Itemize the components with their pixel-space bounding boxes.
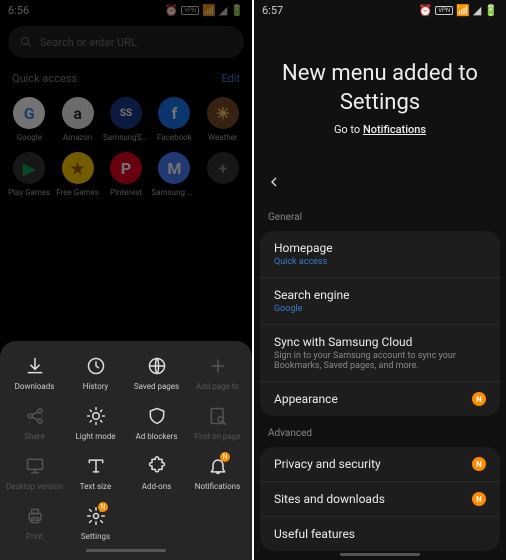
globe-bookmark-icon: [146, 355, 168, 377]
status-bar: 6:57 ⏰ VPN 📶 ◢ 🔋: [254, 0, 506, 20]
section-label: Advanced: [254, 422, 506, 445]
new-badge: N: [220, 452, 230, 462]
menu-history[interactable]: History: [65, 355, 126, 391]
menu-find-on-page: Find on page: [187, 405, 248, 441]
row-title: Homepage: [274, 241, 333, 255]
settings-group: HomepageQuick accessSearch engineGoogleS…: [260, 231, 500, 416]
menu-item-label: Desktop version: [6, 482, 63, 491]
menu-add-ons[interactable]: Add-ons: [126, 455, 187, 491]
sun-icon: [85, 405, 107, 427]
row-title: Useful features: [274, 527, 355, 541]
new-badge: N: [98, 502, 108, 512]
menu-item-label: Add page to: [196, 382, 239, 391]
shield-icon: [146, 405, 168, 427]
menu-add-page-to: Add page to: [187, 355, 248, 391]
menu-downloads[interactable]: Downloads: [4, 355, 65, 391]
menu-item-label: Text size: [80, 482, 111, 491]
menu-bottom-sheet: Downloads History Saved pages Add page to Sh…: [0, 341, 252, 560]
clock: 6:57: [262, 4, 283, 17]
menu-item-label: Downloads: [15, 382, 55, 391]
download-icon: [24, 355, 46, 377]
menu-ad-blockers[interactable]: Ad blockers: [126, 405, 187, 441]
phone-settings: 6:57 ⏰ VPN 📶 ◢ 🔋 New menu added to Setti…: [254, 0, 506, 560]
status-icons: ⏰ VPN 📶 ◢ 🔋: [419, 4, 498, 17]
promo-banner: New menu added to Settings Go to Notific…: [254, 20, 506, 166]
menu-item-label: Ad blockers: [136, 432, 178, 441]
menu-saved-pages[interactable]: Saved pages: [126, 355, 187, 391]
wifi-icon: 📶: [456, 4, 470, 17]
menu-item-label: Share: [24, 432, 44, 441]
settings-row-homepage[interactable]: Homepage Quick access: [260, 231, 500, 278]
notifications-link[interactable]: Notifications: [363, 123, 426, 136]
new-badge: N: [472, 492, 486, 506]
settings-row-appearance[interactable]: Appearance N: [260, 382, 500, 416]
plus-icon: [207, 355, 229, 377]
nav-handle: [340, 553, 420, 556]
promo-title: New menu added to Settings: [274, 60, 486, 117]
settings-row-privacy-and-security[interactable]: Privacy and security N: [260, 447, 500, 482]
alarm-icon: ⏰: [419, 4, 433, 17]
textsize-icon: [85, 455, 107, 477]
puzzle-icon: [146, 455, 168, 477]
settings-row-sites-and-downloads[interactable]: Sites and downloads N: [260, 482, 500, 517]
clock-icon: [85, 355, 107, 377]
menu-item-label: History: [83, 382, 108, 391]
row-title: Appearance: [274, 392, 338, 406]
row-title: Sync with Samsung Cloud: [274, 335, 486, 349]
row-subtitle: Sign in to your Samsung account to sync …: [274, 351, 486, 371]
back-button[interactable]: [254, 166, 506, 206]
menu-item-label: Saved pages: [134, 382, 179, 391]
row-title: Search engine: [274, 288, 349, 302]
row-subtitle: Google: [274, 304, 349, 314]
new-badge: N: [472, 392, 486, 406]
menu-share: Share: [4, 405, 65, 441]
nav-handle: [86, 549, 166, 552]
settings-group: Privacy and securityNSites and downloads…: [260, 447, 500, 551]
row-title: Privacy and security: [274, 457, 381, 471]
printer-icon: [24, 505, 46, 527]
row-title: Sites and downloads: [274, 492, 385, 506]
phone-browser-home: 6:56 ⏰ VPN 📶 ◢ 🔋 Search or enter URL Qui…: [0, 0, 252, 560]
menu-settings[interactable]: Settings N: [65, 505, 126, 541]
menu-text-size[interactable]: Text size: [65, 455, 126, 491]
settings-list: General Homepage Quick access Search engine…: [254, 206, 506, 560]
desktop-icon: [24, 455, 46, 477]
vpn-icon: VPN: [435, 6, 453, 15]
menu-item-label: Settings: [81, 532, 110, 541]
menu-item-label: Light mode: [75, 432, 115, 441]
menu-print: Print: [4, 505, 65, 541]
menu-notifications[interactable]: Notifications N: [187, 455, 248, 491]
battery-icon: 🔋: [484, 4, 498, 17]
menu-item-label: Find on page: [195, 432, 241, 441]
find-icon: [207, 405, 229, 427]
settings-row-useful-features[interactable]: Useful features: [260, 517, 500, 551]
section-label: General: [254, 206, 506, 229]
settings-row-sync-with-samsung-cloud[interactable]: Sync with Samsung Cloud Sign in to your S…: [260, 325, 500, 382]
settings-row-search-engine[interactable]: Search engine Google: [260, 278, 500, 325]
row-subtitle: Quick access: [274, 257, 333, 267]
signal-icon: ◢: [473, 4, 481, 17]
share-icon: [24, 405, 46, 427]
menu-item-label: Print: [26, 532, 43, 541]
chevron-left-icon: [266, 174, 282, 190]
menu-item-label: Add-ons: [142, 482, 172, 491]
promo-subtitle: Go to Notifications: [274, 123, 486, 136]
menu-desktop-version: Desktop version: [4, 455, 65, 491]
menu-light-mode[interactable]: Light mode: [65, 405, 126, 441]
new-badge: N: [472, 457, 486, 471]
menu-item-label: Notifications: [195, 482, 240, 491]
